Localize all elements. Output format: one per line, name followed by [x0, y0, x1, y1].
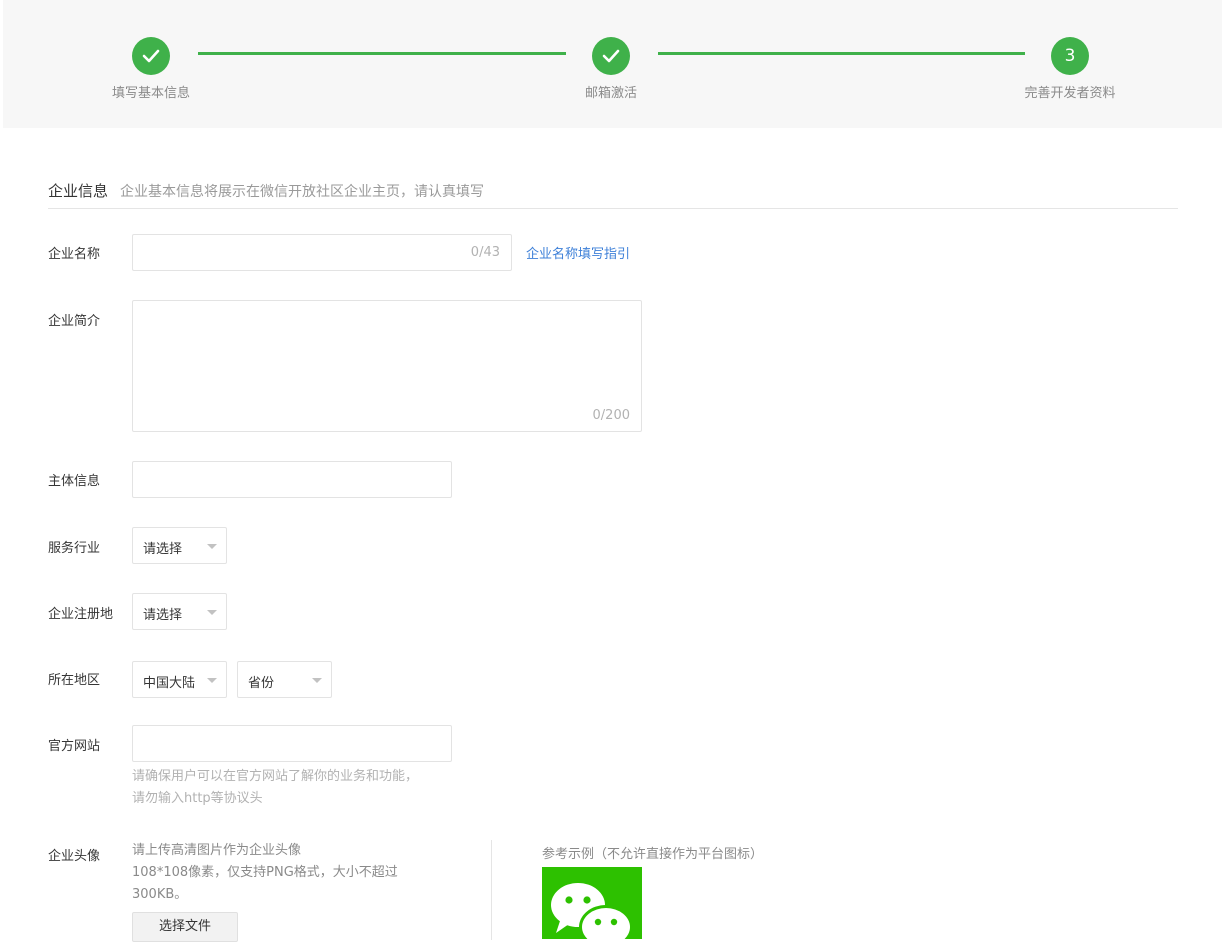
step-3: 3 完善开发者资料 — [1000, 37, 1140, 101]
industry-select-value: 请选择 — [143, 542, 183, 557]
step-1: 填写基本信息 — [81, 37, 221, 101]
country-select-value: 中国大陆 — [143, 676, 196, 691]
step-2-label: 邮箱激活 — [584, 86, 637, 101]
company-intro-counter: 0/200 — [592, 408, 630, 423]
entity-info-input[interactable] — [132, 461, 452, 498]
avatar-desc-line-2: 108*108像素，仅支持PNG格式，大小不超过 — [132, 865, 398, 880]
company-name-input[interactable]: 0/43 — [132, 234, 512, 271]
section-header: 企业信息 企业基本信息将展示在微信开放社区企业主页，请认真填写 — [48, 180, 1178, 209]
step-3-label: 完善开发者资料 — [1024, 86, 1116, 101]
step-2: 邮箱激活 — [541, 37, 681, 101]
company-intro-label: 企业简介 — [48, 314, 101, 329]
avatar-label: 企业头像 — [48, 849, 101, 864]
chevron-down-icon — [312, 678, 322, 683]
reg-place-select[interactable]: 请选择 — [132, 593, 227, 630]
website-hint-line-1: 请确保用户可以在官方网站了解你的业务和功能， — [132, 769, 419, 784]
progress-stepper: 填写基本信息 邮箱激活 3 完善开发者资料 — [3, 0, 1222, 128]
check-icon — [592, 37, 630, 75]
company-intro-textarea[interactable]: 0/200 — [132, 300, 642, 432]
avatar-desc-line-1: 请上传高清图片作为企业头像 — [132, 843, 302, 858]
company-name-guide-link[interactable]: 企业名称填写指引 — [526, 243, 630, 262]
section-title: 企业信息 — [48, 182, 109, 200]
industry-label: 服务行业 — [48, 541, 101, 556]
step-connector-2 — [658, 52, 1025, 55]
company-name-counter: 0/43 — [470, 245, 500, 260]
industry-select[interactable]: 请选择 — [132, 527, 227, 564]
reg-place-select-value: 请选择 — [143, 608, 183, 623]
chevron-down-icon — [207, 610, 217, 615]
region-label: 所在地区 — [48, 673, 101, 688]
step-3-number: 3 — [1051, 37, 1089, 75]
page: 填写基本信息 邮箱激活 3 完善开发者资料 企业信息 企业基本信息将展示在微信开放… — [3, 0, 1222, 942]
country-select[interactable]: 中国大陆 — [132, 661, 227, 698]
sample-label: 参考示例（不允许直接作为平台图标） — [542, 847, 764, 862]
entity-info-label: 主体信息 — [48, 474, 101, 489]
check-icon — [132, 37, 170, 75]
choose-file-button[interactable]: 选择文件 — [132, 912, 238, 942]
step-1-label: 填写基本信息 — [111, 86, 190, 101]
website-hint-line-2: 请勿输入http等协议头 — [132, 791, 263, 806]
website-label: 官方网站 — [48, 739, 101, 754]
website-input[interactable] — [132, 725, 452, 762]
section-description: 企业基本信息将展示在微信开放社区企业主页，请认真填写 — [120, 184, 485, 200]
avatar-desc-line-3: 300KB。 — [132, 887, 188, 902]
province-select[interactable]: 省份 — [237, 661, 332, 698]
step-connector-1 — [198, 52, 566, 55]
chevron-down-icon — [207, 544, 217, 549]
reg-place-label: 企业注册地 — [48, 607, 114, 622]
province-select-value: 省份 — [248, 676, 275, 691]
chevron-down-icon — [207, 678, 217, 683]
wechat-logo-icon — [542, 867, 642, 939]
vertical-divider — [491, 840, 492, 940]
company-name-label: 企业名称 — [48, 247, 101, 262]
